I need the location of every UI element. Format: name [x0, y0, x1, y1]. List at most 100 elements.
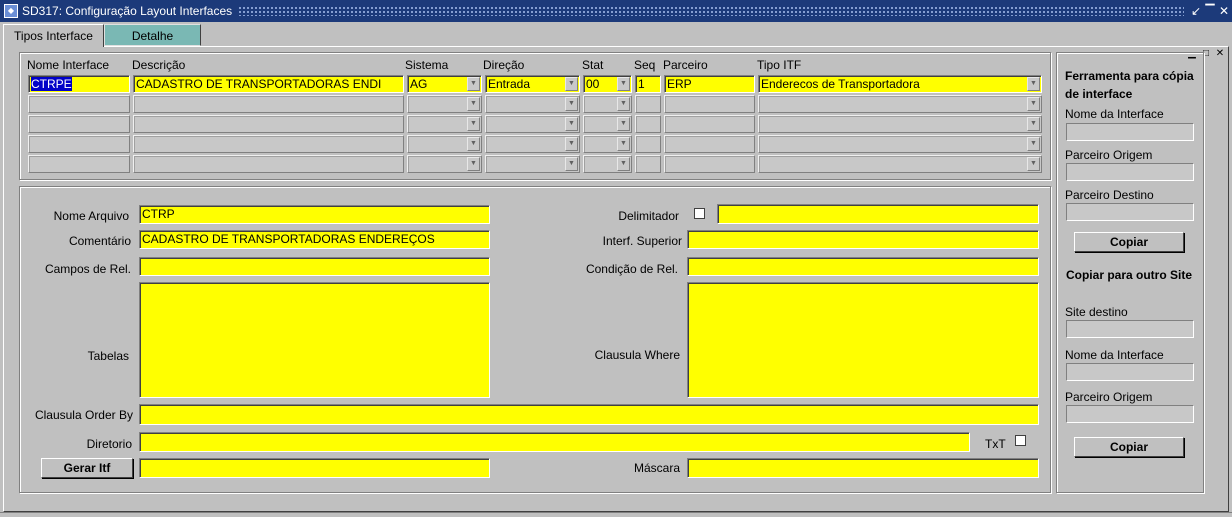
- tipo-itf-select[interactable]: ▼: [758, 115, 1042, 133]
- copy-nome-interface-field[interactable]: [1066, 123, 1194, 141]
- delimitador-field[interactable]: [717, 204, 1039, 224]
- descricao-field[interactable]: [133, 135, 404, 153]
- chevron-down-icon[interactable]: ▼: [565, 157, 578, 171]
- sistema-select[interactable]: ▼: [407, 95, 482, 113]
- clausula-order-field[interactable]: [139, 404, 1039, 425]
- comentario-label: Comentário: [68, 234, 131, 248]
- nome-interface-field[interactable]: [28, 115, 130, 133]
- gerar-itf-button[interactable]: Gerar Itf: [41, 458, 133, 478]
- chevron-down-icon[interactable]: ▼: [565, 97, 578, 111]
- direcao-value: Entrada: [488, 77, 531, 91]
- site-nome-interface-field[interactable]: [1066, 363, 1194, 381]
- stat-select[interactable]: 00 ▼: [583, 75, 632, 93]
- nome-arquivo-field[interactable]: CTRP: [139, 205, 490, 224]
- close-icon[interactable]: ✕: [1214, 48, 1226, 59]
- direcao-select[interactable]: Entrada ▼: [485, 75, 580, 93]
- chevron-down-icon[interactable]: ▼: [565, 117, 578, 131]
- diretorio-field[interactable]: [139, 432, 970, 452]
- descricao-field[interactable]: [133, 95, 404, 113]
- condicao-rel-field[interactable]: [687, 257, 1039, 276]
- direcao-select[interactable]: ▼: [485, 155, 580, 173]
- campos-rel-field[interactable]: [139, 257, 490, 276]
- chevron-down-icon[interactable]: ▼: [1027, 77, 1040, 91]
- copiar-site-button[interactable]: Copiar: [1074, 437, 1184, 457]
- nome-interface-field[interactable]: [28, 135, 130, 153]
- seq-field[interactable]: [635, 95, 661, 113]
- site-destino-field[interactable]: [1066, 320, 1194, 338]
- chevron-down-icon[interactable]: ▼: [467, 77, 480, 91]
- stat-select[interactable]: ▼: [583, 135, 632, 153]
- tipo-itf-select[interactable]: ▼: [758, 155, 1042, 173]
- chevron-down-icon[interactable]: ▼: [1027, 117, 1040, 131]
- stat-select[interactable]: ▼: [583, 155, 632, 173]
- maximize-icon[interactable]: ▔: [1204, 4, 1216, 18]
- direcao-select[interactable]: ▼: [485, 135, 580, 153]
- descricao-field[interactable]: [133, 155, 404, 173]
- close-icon[interactable]: ✕: [1218, 4, 1230, 18]
- minimize-icon[interactable]: ↙: [1190, 4, 1202, 18]
- tab-tipos-interface[interactable]: Tipos Interface: [3, 24, 104, 47]
- nome-interface-field[interactable]: [28, 155, 130, 173]
- parceiro-field[interactable]: [664, 95, 755, 113]
- chevron-down-icon[interactable]: ▼: [467, 157, 480, 171]
- stat-select[interactable]: ▼: [583, 95, 632, 113]
- chevron-down-icon[interactable]: ▼: [467, 97, 480, 111]
- comentario-field[interactable]: CADASTRO DE TRANSPORTADORAS ENDEREÇOS: [139, 230, 490, 249]
- sistema-select[interactable]: ▼: [407, 115, 482, 133]
- parceiro-field[interactable]: [664, 135, 755, 153]
- tabelas-textarea[interactable]: [139, 282, 490, 398]
- direcao-select[interactable]: ▼: [485, 115, 580, 133]
- txt-label: TxT: [985, 437, 1006, 451]
- sistema-select[interactable]: ▼: [407, 155, 482, 173]
- tab-detalhe[interactable]: Detalhe: [104, 24, 201, 46]
- chevron-down-icon[interactable]: ▼: [1027, 137, 1040, 151]
- chevron-down-icon[interactable]: ▼: [1027, 157, 1040, 171]
- chevron-down-icon[interactable]: ▼: [617, 77, 630, 91]
- descricao-field[interactable]: CADASTRO DE TRANSPORTADORAS ENDI: [133, 75, 404, 93]
- site-destino-label: Site destino: [1065, 305, 1128, 319]
- txt-checkbox[interactable]: [1015, 435, 1026, 446]
- stat-select[interactable]: ▼: [583, 115, 632, 133]
- mascara-field[interactable]: [687, 458, 1039, 478]
- sistema-select[interactable]: AG ▼: [407, 75, 482, 93]
- copy-parceiro-destino-field[interactable]: [1066, 203, 1194, 221]
- nome-interface-field[interactable]: [28, 95, 130, 113]
- chevron-down-icon[interactable]: ▼: [467, 137, 480, 151]
- gerar-itf-field[interactable]: [139, 458, 490, 478]
- copiar-button[interactable]: Copiar: [1074, 232, 1184, 252]
- tipo-itf-select[interactable]: Enderecos de Transportadora ▼: [758, 75, 1042, 93]
- interf-superior-field[interactable]: [687, 230, 1039, 249]
- sistema-select[interactable]: ▼: [407, 135, 482, 153]
- direcao-select[interactable]: ▼: [485, 95, 580, 113]
- parceiro-field[interactable]: [664, 115, 755, 133]
- chevron-down-icon[interactable]: ▼: [467, 117, 480, 131]
- tipo-itf-select[interactable]: ▼: [758, 95, 1042, 113]
- header-parceiro: Parceiro: [663, 58, 708, 72]
- interf-superior-label: Interf. Superior: [602, 234, 682, 248]
- campos-rel-label: Campos de Rel.: [44, 262, 131, 276]
- chevron-down-icon[interactable]: ▼: [617, 117, 630, 131]
- header-descricao: Descrição: [132, 58, 186, 72]
- copy-parceiro-origem-field[interactable]: [1066, 163, 1194, 181]
- seq-field[interactable]: [635, 155, 661, 173]
- site-parceiro-origem-field[interactable]: [1066, 405, 1194, 423]
- tipo-itf-select[interactable]: ▼: [758, 135, 1042, 153]
- chevron-down-icon[interactable]: ▼: [565, 77, 578, 91]
- chevron-down-icon[interactable]: ▼: [565, 137, 578, 151]
- copy-tool-title: Ferramenta para cópia de interface: [1065, 69, 1194, 101]
- seq-field[interactable]: [635, 135, 661, 153]
- parceiro-destino-label: Parceiro Destino: [1065, 188, 1154, 202]
- delimitador-checkbox[interactable]: [694, 208, 705, 219]
- chevron-down-icon[interactable]: ▼: [1027, 97, 1040, 111]
- parceiro-field[interactable]: ERP: [664, 75, 755, 93]
- seq-field[interactable]: [635, 115, 661, 133]
- nome-interface-field[interactable]: CTRPE: [28, 75, 130, 93]
- parceiro-field[interactable]: [664, 155, 755, 173]
- descricao-field[interactable]: [133, 115, 404, 133]
- chevron-down-icon[interactable]: ▼: [617, 157, 630, 171]
- clausula-where-textarea[interactable]: [687, 282, 1039, 398]
- nome-interface-label: Nome da Interface: [1065, 107, 1164, 121]
- chevron-down-icon[interactable]: ▼: [617, 97, 630, 111]
- seq-field[interactable]: 1: [635, 75, 661, 93]
- chevron-down-icon[interactable]: ▼: [617, 137, 630, 151]
